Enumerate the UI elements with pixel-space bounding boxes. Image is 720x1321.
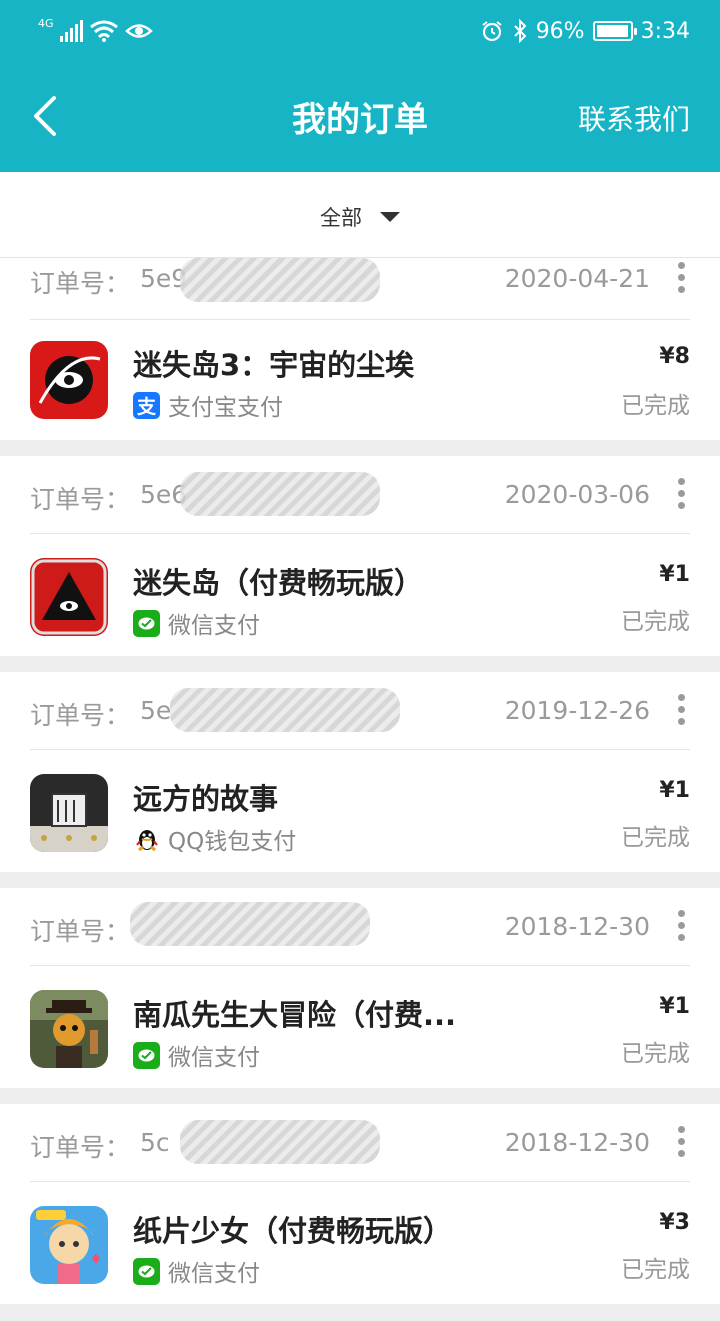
- wifi-icon: [89, 20, 118, 42]
- order-card-header: 订单号： 2018-12-30: [30, 888, 690, 966]
- order-number-label: 订单号：: [30, 917, 131, 946]
- order-card[interactable]: 订单号： 5e9 2020-04-21 迷失岛3：宇宙的尘埃 支 支付宝支付 ¥…: [0, 258, 720, 440]
- order-status: 已完成: [621, 393, 690, 419]
- payment-method: 微信支付: [133, 1256, 260, 1287]
- order-price: ¥8: [659, 344, 690, 369]
- caret-down-icon: [380, 212, 400, 222]
- network-type: 4G: [38, 16, 54, 30]
- status-right: 96% 3:34: [480, 14, 690, 48]
- order-card-header: 订单号： 5e6 2020-03-06: [30, 456, 690, 534]
- app-root: 4G 96% 3:34 我的订单 联系我们 全部 订单号： 5e9 2020-0…: [0, 0, 720, 1321]
- more-options-icon[interactable]: [678, 694, 686, 725]
- redacted-order-number: [180, 472, 380, 516]
- redacted-order-number: [170, 688, 400, 732]
- order-date: 2018-12-30: [504, 1128, 650, 1157]
- clock: 3:34: [640, 18, 690, 44]
- redacted-order-number: [180, 258, 380, 302]
- order-card-header: 订单号： 5e9 2020-04-21: [30, 258, 690, 320]
- header-bar: 我的订单 联系我们: [0, 62, 720, 172]
- wechat-pay-icon: [133, 1041, 160, 1069]
- order-number-label: 订单号：: [30, 485, 131, 514]
- contact-us-button[interactable]: 联系我们: [578, 98, 690, 138]
- filter-selected-label: 全部: [320, 206, 362, 230]
- game-name: 迷失岛3：宇宙的尘埃: [133, 348, 415, 382]
- order-date: 2019-12-26: [504, 696, 650, 725]
- order-price: ¥3: [659, 1210, 690, 1235]
- payment-method: 微信支付: [133, 608, 260, 639]
- order-date: 2018-12-30: [504, 912, 650, 941]
- order-number-label: 订单号：: [30, 1133, 131, 1162]
- payment-method: QQ钱包支付: [133, 824, 297, 855]
- payment-method-label: QQ钱包支付: [168, 829, 297, 855]
- wechat-pay-icon: [133, 609, 160, 637]
- more-options-icon[interactable]: [678, 910, 686, 941]
- game-name: 纸片少女（付费畅玩版）: [133, 1214, 453, 1248]
- order-card-header: 订单号： 5c 2018-12-30: [30, 1104, 690, 1182]
- order-card-header: 订单号： 5e 2019-12-26: [30, 672, 690, 750]
- game-name: 迷失岛（付费畅玩版）: [133, 566, 424, 600]
- eye-icon: [124, 24, 153, 38]
- order-card[interactable]: 订单号： 5e6 2020-03-06 迷失岛（付费畅玩版） 微信支付 ¥1 已…: [0, 456, 720, 656]
- order-card[interactable]: 订单号： 2018-12-30 南瓜先生大冒险（付费... 微信支付 ¥1 已完…: [0, 888, 720, 1088]
- order-status: 已完成: [621, 825, 690, 851]
- order-status: 已完成: [621, 1257, 690, 1283]
- status-bar: 4G 96% 3:34: [0, 0, 720, 62]
- game-name: 南瓜先生大冒险（付费...: [133, 998, 457, 1032]
- payment-method: 支 支付宝支付: [133, 390, 283, 421]
- battery-icon: [592, 21, 637, 41]
- order-number-label: 订单号：: [30, 701, 131, 730]
- game-icon: [30, 341, 108, 419]
- payment-method-label: 微信支付: [168, 1045, 260, 1071]
- game-icon: [30, 774, 108, 852]
- order-date: 2020-04-21: [504, 264, 650, 293]
- payment-method: 微信支付: [133, 1040, 260, 1071]
- order-date: 2020-03-06: [504, 480, 650, 509]
- order-card[interactable]: 订单号： 5c 2018-12-30 纸片少女（付费畅玩版） 微信支付 ¥3 已…: [0, 1104, 720, 1304]
- battery-percent: 96%: [535, 18, 585, 44]
- payment-method-label: 支付宝支付: [168, 395, 283, 421]
- order-price: ¥1: [659, 562, 690, 587]
- redacted-order-number: [130, 902, 370, 946]
- order-card[interactable]: 订单号： 5e 2019-12-26 远方的故事 QQ钱包支付 ¥1 已完成: [0, 672, 720, 872]
- status-left: 4G: [38, 14, 153, 48]
- signal-icon: [59, 20, 83, 42]
- order-price: ¥1: [659, 778, 690, 803]
- order-number-value: 5c: [140, 1128, 170, 1157]
- game-icon: [30, 558, 108, 636]
- alarm-icon: [482, 21, 502, 42]
- game-name: 远方的故事: [133, 782, 279, 816]
- bluetooth-icon: [513, 19, 527, 43]
- more-options-icon[interactable]: [678, 1126, 686, 1157]
- more-options-icon[interactable]: [678, 478, 686, 509]
- order-price: ¥1: [659, 994, 690, 1019]
- filter-bar: 全部: [0, 172, 720, 258]
- filter-dropdown[interactable]: 全部: [0, 202, 720, 232]
- payment-method-label: 微信支付: [168, 613, 260, 639]
- game-icon: [30, 1206, 108, 1284]
- redacted-order-number: [180, 1120, 380, 1164]
- order-status: 已完成: [621, 1041, 690, 1067]
- wechat-pay-icon: [133, 1257, 160, 1285]
- game-icon: [30, 990, 108, 1068]
- order-status: 已完成: [621, 609, 690, 635]
- order-number-value: 5e: [140, 696, 172, 725]
- order-number-label: 订单号：: [30, 269, 131, 298]
- alipay-icon: 支: [133, 391, 160, 419]
- qq-wallet-icon: [133, 826, 160, 853]
- payment-method-label: 微信支付: [168, 1261, 260, 1287]
- more-options-icon[interactable]: [678, 262, 686, 293]
